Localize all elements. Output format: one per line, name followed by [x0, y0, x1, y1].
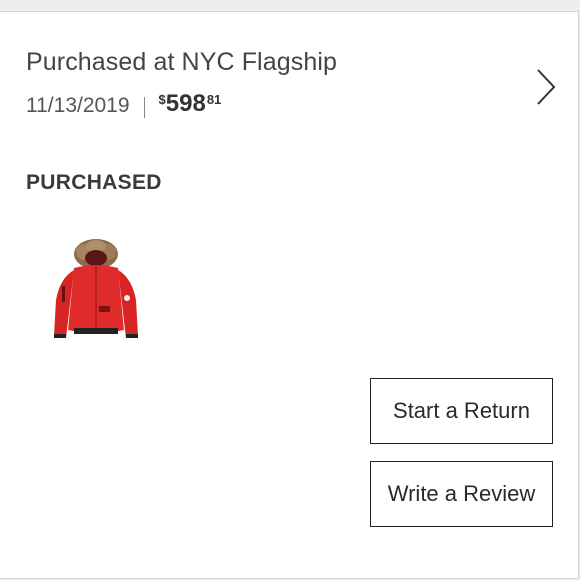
start-return-button[interactable]: Start a Return [370, 378, 553, 444]
write-review-button[interactable]: Write a Review [370, 461, 553, 527]
section-label: PURCHASED [26, 171, 162, 194]
meta-divider [143, 97, 145, 118]
price-cents: 81 [206, 92, 222, 107]
price-currency: $ [158, 92, 166, 107]
order-meta: 11/13/2019 $ 598 81 [26, 92, 221, 122]
order-card: Purchased at NYC Flagship 11/13/2019 $ 5… [0, 11, 579, 579]
order-price: $ 598 81 [159, 92, 222, 116]
product-image[interactable] [50, 234, 142, 344]
order-title: Purchased at NYC Flagship [26, 48, 337, 76]
order-date: 11/13/2019 [26, 94, 130, 117]
price-whole: 598 [165, 90, 206, 117]
chevron-right-icon[interactable] [534, 67, 558, 107]
